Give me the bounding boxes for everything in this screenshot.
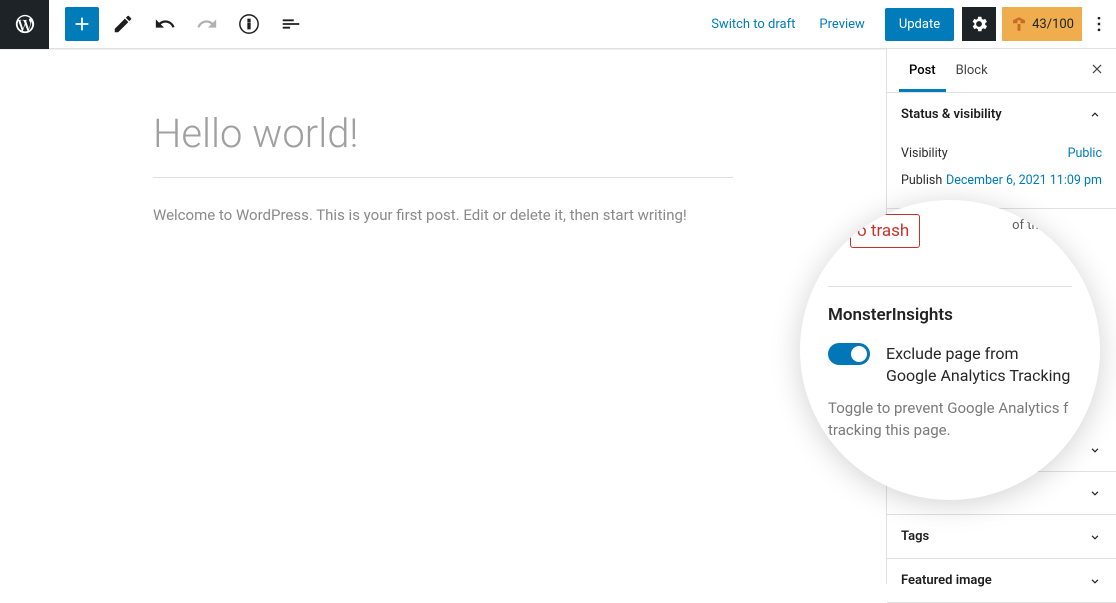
- close-sidebar-button[interactable]: [1090, 61, 1104, 80]
- divider: [828, 286, 1072, 287]
- magnified-overlay: o trash of the blog MonsterInsights Excl…: [800, 200, 1100, 500]
- panel-title: Featured image: [901, 573, 992, 588]
- panel-title: Tags: [901, 529, 929, 544]
- wordpress-logo[interactable]: [0, 0, 49, 49]
- blog-fragment-text: of the blog: [1012, 218, 1074, 233]
- redo-icon: [189, 6, 225, 42]
- title-divider: [153, 177, 733, 178]
- exclude-tracking-toggle[interactable]: [828, 343, 870, 365]
- post-body[interactable]: Welcome to WordPress. This is your first…: [153, 206, 733, 224]
- chevron-down-icon: [1088, 486, 1102, 500]
- switch-to-draft-link[interactable]: Switch to draft: [699, 17, 807, 32]
- edit-icon[interactable]: [105, 6, 141, 42]
- health-score-value: 43/100: [1032, 17, 1074, 32]
- move-to-trash-button[interactable]: o trash: [850, 214, 920, 248]
- chevron-down-icon: [1088, 574, 1102, 588]
- panel-tags[interactable]: Tags: [887, 515, 1116, 558]
- health-score-badge[interactable]: 43/100: [1002, 7, 1082, 41]
- more-options-button[interactable]: [1082, 7, 1116, 41]
- outline-icon[interactable]: [273, 6, 309, 42]
- exclude-tracking-label: Exclude page from Google Analytics Track…: [886, 343, 1072, 386]
- panel-status-visibility[interactable]: Status & visibility: [887, 93, 1116, 136]
- tab-block[interactable]: Block: [946, 49, 998, 92]
- visibility-label: Visibility: [901, 146, 948, 161]
- panel-featured-image[interactable]: Featured image: [887, 559, 1116, 602]
- undo-icon[interactable]: [147, 6, 183, 42]
- panel-title: Status & visibility: [901, 107, 1002, 122]
- tab-post[interactable]: Post: [899, 49, 946, 92]
- monsterinsights-heading: MonsterInsights: [828, 305, 1072, 325]
- editor-canvas[interactable]: Hello world! Welcome to WordPress. This …: [0, 49, 886, 584]
- visibility-value[interactable]: Public: [1068, 146, 1102, 161]
- exclude-tracking-description: Toggle to prevent Google Analytics f tra…: [828, 398, 1072, 442]
- chevron-up-icon: [1088, 108, 1102, 122]
- chevron-down-icon: [1088, 530, 1102, 544]
- publish-value[interactable]: December 6, 2021 11:09 pm: [946, 173, 1102, 188]
- info-icon[interactable]: [231, 6, 267, 42]
- publish-label: Publish: [901, 173, 942, 188]
- chevron-down-icon: [1088, 443, 1102, 457]
- preview-link[interactable]: Preview: [807, 17, 876, 32]
- post-title[interactable]: Hello world!: [153, 90, 733, 177]
- settings-button[interactable]: [962, 7, 996, 41]
- update-button[interactable]: Update: [885, 8, 954, 41]
- add-block-button[interactable]: [65, 7, 99, 41]
